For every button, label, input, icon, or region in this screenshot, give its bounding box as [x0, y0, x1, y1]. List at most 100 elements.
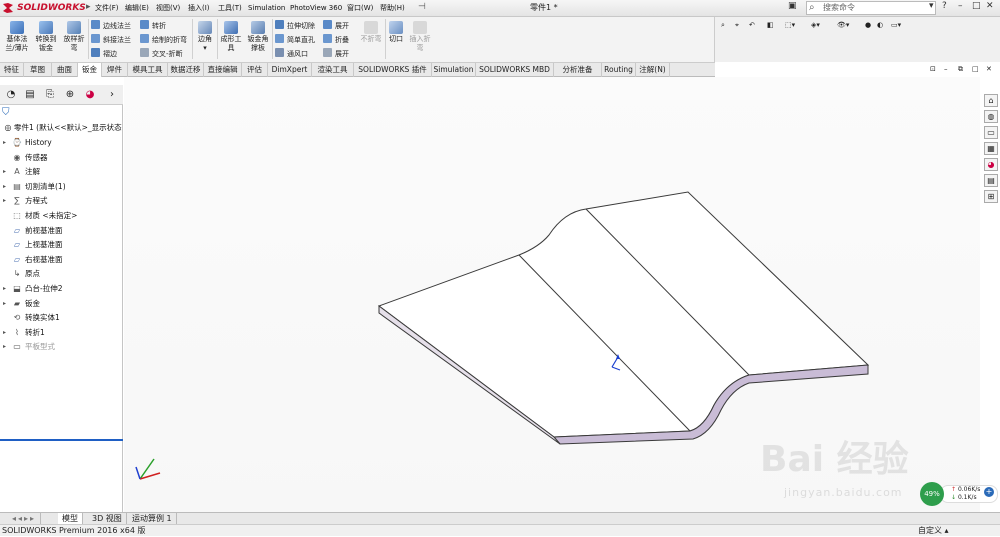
menu-photoview[interactable]: PhotoView 360 [290, 2, 342, 14]
tree-item[interactable]: ↳ 原点 [0, 267, 123, 281]
tab-10[interactable]: 渲染工具 [312, 63, 354, 77]
panel-expand-icon[interactable]: › [104, 88, 120, 102]
zoom-to-fit-icon[interactable]: ⌕ [721, 19, 725, 31]
configurationmanager-tab-icon[interactable]: ⎘ [42, 88, 58, 102]
forming-tool-button[interactable]: 成形工具 [219, 21, 243, 53]
convert-to-sheetmetal-button[interactable]: 转换到钣金 [33, 21, 59, 53]
tab-8[interactable]: 评估 [242, 63, 268, 77]
tree-item[interactable]: ▸ ⬓ 凸台-拉伸2 [0, 282, 123, 296]
view-palette-icon[interactable]: ⊞ [984, 190, 998, 203]
apply-scene-icon[interactable]: ◐ [877, 19, 883, 31]
edit-appearance-icon[interactable]: ● [865, 19, 871, 31]
tab-11[interactable]: SOLIDWORKS 插件 [354, 63, 432, 77]
expand-arrow-icon[interactable]: ▸ [3, 297, 6, 311]
simple-hole-button[interactable]: 简单直孔 [275, 34, 315, 46]
no-bends-button[interactable]: 不折弯 [358, 21, 384, 44]
hide-show-items-icon[interactable]: 👁▾ [837, 19, 849, 31]
tree-item[interactable]: ▸ ▰ 钣金 [0, 297, 123, 311]
tab-12[interactable]: Simulation [432, 63, 476, 77]
resources-icon[interactable]: ◍ [984, 110, 998, 123]
pin-icon[interactable]: ⊣ [418, 2, 426, 12]
expand-arrow-icon[interactable]: ▸ [3, 165, 6, 179]
menu-simulation[interactable]: Simulation [248, 2, 285, 14]
file-explorer-icon[interactable]: ▭ [984, 126, 998, 139]
tab-15[interactable]: Routing [602, 63, 636, 77]
tree-item[interactable]: ▱ 右视基准面 [0, 253, 123, 267]
tree-item[interactable]: ◉ 传感器 [0, 151, 123, 165]
units-selector[interactable]: 自定义 ▴ [918, 525, 949, 537]
menu-insert[interactable]: 插入(I) [188, 2, 210, 14]
solidworks-logo[interactable]: SOLIDWORKS [2, 1, 86, 15]
tab-0[interactable]: 特征 [0, 63, 24, 77]
tree-item[interactable]: ▸ ⌇ 转折1 [0, 326, 123, 340]
search-dropdown-icon[interactable]: ▾ [929, 1, 934, 11]
window-restore-icon[interactable]: ▣ [788, 1, 797, 11]
menu-expand-arrow-icon[interactable]: ▸ [86, 2, 91, 12]
filter-icon[interactable]: ⛉ [2, 107, 10, 118]
tab-13[interactable]: SOLIDWORKS MBD [476, 63, 554, 77]
help-icon[interactable]: ? [942, 1, 947, 11]
tree-item[interactable]: ▱ 前视基准面 [0, 224, 123, 238]
appearances-icon[interactable]: ◕ [984, 158, 998, 171]
network-speed-widget[interactable]: ↑ 0.06K/s ↓ 0.1K/s 49% + [920, 482, 998, 506]
lofted-bend-button[interactable]: 放样折弯 [61, 21, 87, 53]
expand-arrow-icon[interactable]: ▸ [3, 194, 6, 208]
featuremanager-tab-icon[interactable]: ◔ [3, 88, 19, 102]
tree-item[interactable]: ⬚ 材质 <未指定> [0, 209, 123, 223]
expand-arrow-icon[interactable]: ▸ [3, 282, 6, 296]
view-orientation-icon[interactable]: ⬚▾ [785, 19, 795, 31]
sketched-bend-button[interactable]: 绘制的折弯 [140, 34, 187, 46]
menu-window[interactable]: 窗口(W) [347, 2, 373, 14]
expand-arrow-icon[interactable]: ▸ [3, 180, 6, 194]
unfold-button[interactable]: 展开 [323, 20, 349, 32]
view-settings-icon[interactable]: ▭▾ [891, 19, 901, 31]
tab-6[interactable]: 数据迁移 [168, 63, 204, 77]
dimxpert-tab-icon[interactable]: ⊕ [62, 88, 78, 102]
minimize-icon[interactable]: – [958, 1, 963, 11]
tab-14[interactable]: 分析准备 [554, 63, 602, 77]
home-icon[interactable]: ⌂ [984, 94, 998, 107]
menu-view[interactable]: 视图(V) [156, 2, 180, 14]
design-library-icon[interactable]: ▦ [984, 142, 998, 155]
tree-item[interactable]: ▱ 上视基准面 [0, 238, 123, 252]
propertymanager-tab-icon[interactable]: ▤ [22, 88, 38, 102]
rollback-bar[interactable] [0, 439, 123, 441]
tree-item[interactable]: ▸ ▭ 平板型式 [0, 340, 123, 354]
section-view-icon[interactable]: ◧ [767, 19, 774, 31]
tab-1[interactable]: 草图 [24, 63, 52, 77]
fold-button[interactable]: 折叠 [323, 34, 349, 46]
previous-view-icon[interactable]: ↶ [749, 19, 755, 31]
minimize-doc-icon[interactable]: – [944, 63, 948, 75]
corners-button[interactable]: 边角 ▾ [194, 21, 216, 53]
vent-button[interactable]: 通风口 [275, 48, 308, 60]
hem-button[interactable]: 褶边 [91, 48, 117, 60]
tree-item[interactable]: ▸ ⌚ History [0, 136, 123, 150]
zoom-area-icon[interactable]: ⌖ [735, 19, 739, 31]
jog-button[interactable]: 转折 [140, 20, 166, 32]
tree-item[interactable]: ▸ ∑ 方程式 [0, 194, 123, 208]
tree-item[interactable]: ▸ A 注解 [0, 165, 123, 179]
edge-flange-button[interactable]: 边线法兰 [91, 20, 131, 32]
tab-5[interactable]: 模具工具 [128, 63, 168, 77]
base-flange-button[interactable]: 基体法兰/薄片 [3, 21, 31, 53]
sheetmetal-gusset-button[interactable]: 钣金角撑板 [245, 21, 271, 53]
close-doc-icon[interactable]: ✕ [986, 63, 992, 75]
menu-tools[interactable]: 工具(T) [218, 2, 242, 14]
tab-7[interactable]: 直接编辑 [204, 63, 242, 77]
expand-arrow-icon[interactable]: ▸ [3, 340, 6, 354]
miter-flange-button[interactable]: 斜接法兰 [91, 34, 131, 46]
tab-9[interactable]: DimXpert [268, 63, 312, 77]
tab-2[interactable]: 曲面 [52, 63, 78, 77]
insert-bends-button[interactable]: 插入折弯 [407, 21, 433, 53]
cross-break-button[interactable]: 交叉-折断 [140, 48, 183, 60]
accelerate-button[interactable]: + [984, 487, 994, 497]
expand-arrow-icon[interactable]: ▸ [3, 326, 6, 340]
flatten-button[interactable]: 展开 [323, 48, 349, 60]
menu-edit[interactable]: 编辑(E) [125, 2, 149, 14]
tile-icon[interactable]: ⊡ [930, 63, 936, 75]
tree-item[interactable]: ⟲ 转换实体1 [0, 311, 123, 325]
display-manager-tab-icon[interactable]: ◕ [82, 88, 98, 102]
search-input[interactable]: ⌕ 搜索命令 [806, 1, 936, 15]
menu-help[interactable]: 帮助(H) [380, 2, 405, 14]
restore-doc-icon[interactable]: ⧉ [958, 63, 963, 75]
